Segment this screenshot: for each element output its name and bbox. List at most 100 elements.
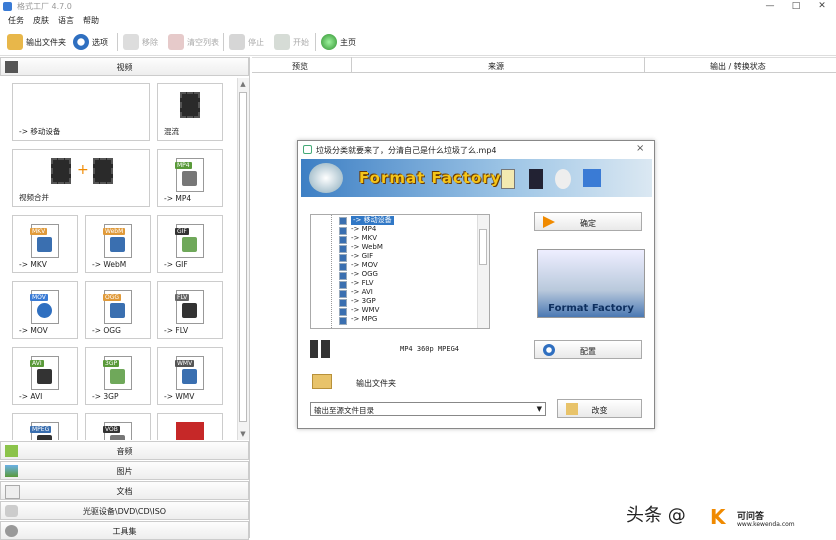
format-item[interactable]: -> OGG <box>351 270 378 279</box>
category-disc[interactable]: 光驱设备\DVD\CD\ISO <box>0 501 249 520</box>
toolbar: 输出文件夹 选项 移除 清空列表 停止 开始 主页 <box>0 28 836 56</box>
mp4-icon: MP4 <box>175 158 204 192</box>
tile-flv[interactable]: FLV -> FLV <box>157 281 223 339</box>
tile-mobile[interactable]: -> 移动设备 <box>12 83 150 141</box>
list-item-icon <box>339 281 347 289</box>
tree-line <box>331 215 332 328</box>
tile-webm[interactable]: WebM -> WebM <box>85 215 151 273</box>
document-icon <box>501 169 515 189</box>
mpeg-icon: MPEG <box>30 422 59 440</box>
tile-vob[interactable]: VOB <box>85 413 151 440</box>
format-item[interactable]: -> FLV <box>351 279 374 288</box>
list-scroll-thumb[interactable] <box>479 229 487 265</box>
category-picture[interactable]: 图片 <box>0 461 249 480</box>
format-factory-banner: Format Factory <box>301 159 652 197</box>
logo-icon <box>309 163 343 193</box>
tile-mov[interactable]: MOV -> MOV <box>12 281 78 339</box>
format-item[interactable]: -> MKV <box>351 234 377 243</box>
task-list-header: 预览 来源 输出 / 转换状态 <box>252 57 836 73</box>
remove-button[interactable]: 移除 <box>123 32 158 52</box>
flash-icon <box>176 422 204 440</box>
menu-help[interactable]: 帮助 <box>83 15 99 26</box>
column-source[interactable]: 来源 <box>488 61 504 72</box>
stop-button[interactable]: 停止 <box>229 32 264 52</box>
title-bar: 格式工厂 4.7.0 — □ ✕ <box>0 0 836 13</box>
tile-mp4[interactable]: MP4 -> MP4 <box>157 149 223 207</box>
app-title: 格式工厂 4.7.0 <box>17 2 72 11</box>
tile-3gp[interactable]: 3GP -> 3GP <box>85 347 151 405</box>
start-button[interactable]: 开始 <box>274 32 309 52</box>
minimize-button[interactable]: — <box>757 0 783 13</box>
dialog-title: 垃圾分类就要来了，分清自己是什么垃圾了么.mp4 <box>316 146 497 155</box>
options-icon <box>73 34 89 50</box>
folder-icon <box>7 34 23 50</box>
list-item-icon <box>339 236 347 244</box>
list-item-icon <box>339 317 347 325</box>
tile-wmv[interactable]: WMV -> WMV <box>157 347 223 405</box>
wmv-icon: WMV <box>175 356 204 390</box>
app-icon <box>3 2 12 11</box>
output-settings-dialog: 垃圾分类就要来了，分清自己是什么垃圾了么.mp4 × Format Factor… <box>297 140 655 429</box>
tile-gif[interactable]: GIF -> GIF <box>157 215 223 273</box>
dialog-close-button[interactable]: × <box>636 143 644 154</box>
format-item[interactable]: -> WMV <box>351 306 379 315</box>
avi-icon: AVI <box>30 356 59 390</box>
list-item-icon <box>339 245 347 253</box>
menu-skin[interactable]: 皮肤 <box>33 15 49 26</box>
mux-icon <box>180 92 200 118</box>
vob-icon: VOB <box>103 422 132 440</box>
category-video[interactable]: 视频 <box>0 57 249 76</box>
format-item[interactable]: -> AVI <box>351 288 373 297</box>
output-location-select[interactable]: 输出至源文件目录 ▼ <box>310 402 546 416</box>
home-button[interactable]: 主页 <box>321 32 356 52</box>
tile-mpeg[interactable]: MPEG <box>12 413 78 440</box>
close-button[interactable]: ✕ <box>809 0 835 13</box>
category-tools[interactable]: 工具集 <box>0 521 249 540</box>
tile-avi[interactable]: AVI -> AVI <box>12 347 78 405</box>
film-icon <box>93 158 113 184</box>
scroll-thumb[interactable] <box>239 92 247 422</box>
remove-icon <box>123 34 139 50</box>
category-document[interactable]: 文档 <box>0 481 249 500</box>
dialog-icon <box>303 145 312 154</box>
format-list[interactable]: -> 移动设备 -> MP4 -> MKV -> WebM -> GIF -> … <box>310 214 490 329</box>
change-button[interactable]: 改变 <box>557 399 642 418</box>
format-item[interactable]: -> 3GP <box>351 297 376 306</box>
scroll-down-icon[interactable]: ▼ <box>237 428 249 440</box>
gif-icon: GIF <box>175 224 204 258</box>
film-icon <box>529 169 543 189</box>
maximize-button[interactable]: □ <box>783 0 809 13</box>
tile-mux[interactable]: 混流 <box>157 83 223 141</box>
column-preview[interactable]: 预览 <box>292 61 308 72</box>
options-button[interactable]: 选项 <box>73 32 108 52</box>
device-icon <box>310 340 330 358</box>
menu-bar: 任务 皮肤 语言 帮助 <box>0 13 836 27</box>
tile-mkv[interactable]: MKV -> MKV <box>12 215 78 273</box>
list-scrollbar[interactable] <box>477 215 489 328</box>
clear-list-button[interactable]: 清空列表 <box>168 32 219 52</box>
format-item[interactable]: -> MOV <box>351 261 378 270</box>
ok-button[interactable]: 确定 <box>534 212 642 231</box>
column-divider[interactable] <box>644 57 645 73</box>
format-item[interactable]: -> WebM <box>351 243 383 252</box>
scroll-up-icon[interactable]: ▲ <box>237 78 249 90</box>
ogg-icon: OGG <box>103 290 132 324</box>
format-item[interactable]: -> MP4 <box>351 225 376 234</box>
toolbar-divider <box>117 33 118 51</box>
output-folder-button[interactable]: 输出文件夹 <box>7 32 66 52</box>
list-item-icon <box>339 217 347 225</box>
column-divider[interactable] <box>351 57 352 73</box>
conversion-grid: -> 移动设备 混流 + 视频合并 MP4 -> MP4 MKV -> MKV … <box>1 78 237 440</box>
format-item[interactable]: -> MPG <box>351 315 377 324</box>
menu-language[interactable]: 语言 <box>58 15 74 26</box>
tile-video-join[interactable]: + 视频合并 <box>12 149 150 207</box>
menu-task[interactable]: 任务 <box>8 15 24 26</box>
config-button[interactable]: 配置 <box>534 340 642 359</box>
format-item[interactable]: -> GIF <box>351 252 373 261</box>
tile-swf[interactable] <box>157 413 223 440</box>
column-output-status[interactable]: 输出 / 转换状态 <box>710 61 766 72</box>
format-item-mobile[interactable]: -> 移动设备 <box>351 216 394 225</box>
category-audio[interactable]: 音频 <box>0 441 249 460</box>
tile-ogg[interactable]: OGG -> OGG <box>85 281 151 339</box>
list-item-icon <box>339 254 347 262</box>
